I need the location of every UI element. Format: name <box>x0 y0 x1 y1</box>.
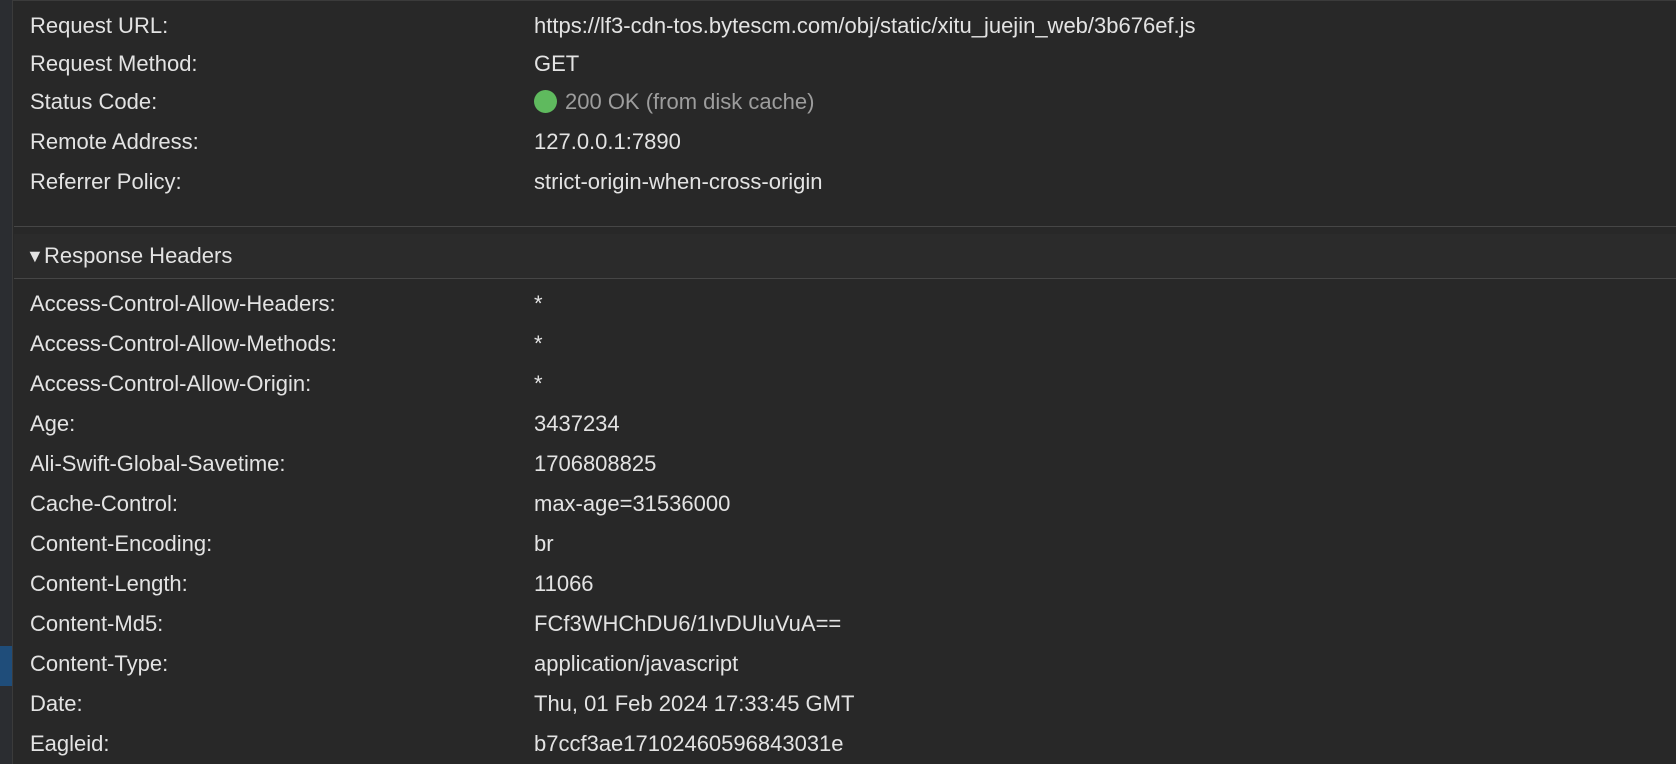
headers-content: Request URL: https://lf3-cdn-tos.bytescm… <box>14 0 1676 764</box>
header-key: Content-Length: <box>30 571 188 596</box>
response-header-row: Content-Md5: FCf3WHChDU6/1IvDUluVuA== <box>14 604 1676 644</box>
header-key: Age: <box>30 411 76 436</box>
header-key: Status Code: <box>30 89 158 114</box>
response-header-row: Access-Control-Allow-Methods: * <box>14 324 1676 364</box>
request-list-gutter[interactable] <box>0 0 13 764</box>
response-header-row: Access-Control-Allow-Origin: * <box>14 364 1676 404</box>
response-header-row: Content-Encoding: br <box>14 524 1676 564</box>
header-value[interactable]: * <box>534 284 543 324</box>
header-key: Date: <box>30 691 83 716</box>
header-value[interactable]: * <box>534 324 543 364</box>
general-row-request-method: Request Method: GET <box>14 44 1676 84</box>
header-value[interactable]: br <box>534 524 554 564</box>
header-value[interactable]: 11066 <box>534 564 594 604</box>
header-value[interactable]: strict-origin-when-cross-origin <box>534 162 823 202</box>
devtools-headers-panel: Request URL: https://lf3-cdn-tos.bytescm… <box>0 0 1676 764</box>
status-ok-dot-icon <box>534 90 557 113</box>
header-key: Access-Control-Allow-Methods: <box>30 331 337 356</box>
status-text: 200 OK (from disk cache) <box>565 89 815 114</box>
response-header-row: Cache-Control: max-age=31536000 <box>14 484 1676 524</box>
response-headers-section-toggle[interactable]: ▼ Response Headers <box>14 234 1676 278</box>
response-header-row: Content-Length: 11066 <box>14 564 1676 604</box>
section-divider <box>14 226 1676 227</box>
response-header-row: Age: 3437234 <box>14 404 1676 444</box>
header-value[interactable]: GET <box>534 44 579 84</box>
header-key: Remote Address: <box>30 129 199 154</box>
header-key: Referrer Policy: <box>30 169 182 194</box>
header-key: Ali-Swift-Global-Savetime: <box>30 451 286 476</box>
header-value[interactable]: 200 OK (from disk cache) <box>534 82 814 122</box>
header-value[interactable]: application/javascript <box>534 644 738 684</box>
response-header-row: Ali-Swift-Global-Savetime: 1706808825 <box>14 444 1676 484</box>
header-key: Content-Encoding: <box>30 531 213 556</box>
header-key: Request Method: <box>30 51 198 76</box>
header-key: Access-Control-Allow-Headers: <box>30 291 336 316</box>
header-key: Content-Type: <box>30 651 169 676</box>
header-key: Access-Control-Allow-Origin: <box>30 371 312 396</box>
header-key: Eagleid: <box>30 731 110 756</box>
header-key: Request URL: <box>30 13 169 38</box>
header-value[interactable]: https://lf3-cdn-tos.bytescm.com/obj/stat… <box>534 6 1196 46</box>
header-value[interactable]: b7ccf3ae17102460596843031e <box>534 724 844 764</box>
general-row-status-code: Status Code: 200 OK (from disk cache) <box>14 82 1676 122</box>
header-value[interactable]: 3437234 <box>534 404 620 444</box>
response-header-row: Eagleid: b7ccf3ae17102460596843031e <box>14 724 1676 764</box>
response-header-row: Content-Type: application/javascript <box>14 644 1676 684</box>
selected-request-indicator[interactable] <box>0 646 12 686</box>
header-value[interactable]: * <box>534 364 543 404</box>
section-header-divider <box>14 278 1676 279</box>
header-value[interactable]: Thu, 01 Feb 2024 17:33:45 GMT <box>534 684 854 724</box>
triangle-down-icon: ▼ <box>26 246 44 266</box>
section-title: Response Headers <box>44 243 233 268</box>
header-key: Content-Md5: <box>30 611 164 636</box>
general-row-remote-address: Remote Address: 127.0.0.1:7890 <box>14 122 1676 162</box>
header-value[interactable]: 127.0.0.1:7890 <box>534 122 681 162</box>
general-row-request-url: Request URL: https://lf3-cdn-tos.bytescm… <box>14 6 1676 46</box>
header-value[interactable]: 1706808825 <box>534 444 656 484</box>
response-header-row: Date: Thu, 01 Feb 2024 17:33:45 GMT <box>14 684 1676 724</box>
header-value[interactable]: FCf3WHChDU6/1IvDUluVuA== <box>534 604 841 644</box>
general-row-referrer-policy: Referrer Policy: strict-origin-when-cros… <box>14 162 1676 202</box>
header-key: Cache-Control: <box>30 491 178 516</box>
response-header-row: Access-Control-Allow-Headers: * <box>14 284 1676 324</box>
header-value[interactable]: max-age=31536000 <box>534 484 730 524</box>
